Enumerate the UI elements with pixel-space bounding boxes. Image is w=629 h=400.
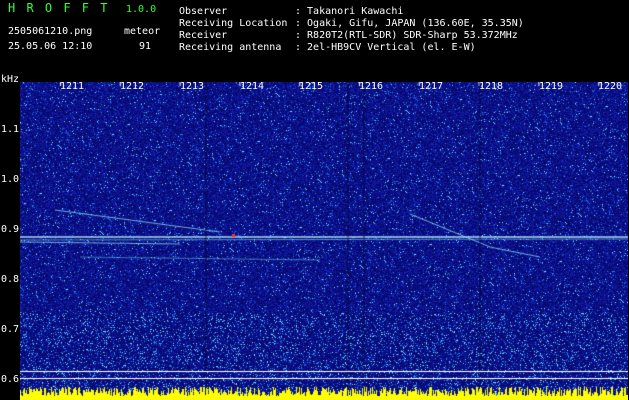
y-tick-label: 1.0 <box>1 174 20 185</box>
x-tick-label: 1216 <box>359 81 384 92</box>
meteor-label: meteor <box>124 26 161 37</box>
x-tick-label: 1212 <box>120 81 145 92</box>
antenna-value: : 2el-HB9CV Vertical (el. E-W) <box>295 42 476 53</box>
x-tick-label: 1217 <box>419 81 444 92</box>
observer-label: Observer <box>179 6 228 17</box>
x-tick-label: 1218 <box>479 81 504 92</box>
x-tick-label: 1219 <box>539 81 564 92</box>
receiver-label: Receiver <box>179 30 228 41</box>
y-tick-label: 0.9 <box>1 224 20 235</box>
y-tick-label: 0.6 <box>1 374 20 385</box>
location-label: Receiving Location <box>179 18 288 29</box>
x-tick-label: 1214 <box>240 81 265 92</box>
receiver-value: : R820T2(RTL-SDR) SDR-Sharp 53.372MHz <box>295 30 518 41</box>
observer-value: : Takanori Kawachi <box>295 6 404 17</box>
x-tick-label: 1211 <box>60 81 85 92</box>
y-tick-label: 0.8 <box>1 274 20 285</box>
x-tick-label: 1215 <box>299 81 324 92</box>
app-version: 1.0.0 <box>126 4 157 15</box>
antenna-label: Receiving antenna <box>179 42 282 53</box>
meteor-count: 91 <box>139 41 152 52</box>
y-axis-unit: kHz <box>1 74 20 85</box>
y-tick-label: 0.7 <box>1 324 20 335</box>
x-tick-label: 1220 <box>598 81 623 92</box>
spectrogram-plot <box>20 82 628 400</box>
x-tick-label: 1213 <box>180 81 205 92</box>
location-value: : Ogaki, Gifu, JAPAN (136.60E, 35.35N) <box>295 18 524 29</box>
y-tick-label: 1.1 <box>1 124 20 135</box>
image-filename: 2505061210.png <box>8 26 93 37</box>
capture-datetime: 25.05.06 12:10 <box>8 41 93 52</box>
app-title: H R O F F T <box>8 1 110 15</box>
